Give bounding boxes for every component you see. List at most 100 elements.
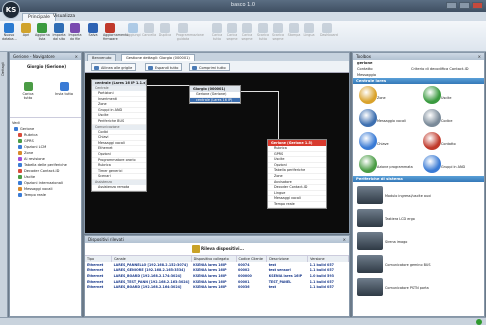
toolbox-item-messaggio[interactable]: Messaggio (353, 72, 484, 78)
tree-item[interactable]: Tempo reale (12, 192, 79, 198)
central-node[interactable]: centrale (Lares 16 IP 1.1.x) Centrale Par… (91, 79, 147, 192)
table-cell: 1.1 build 057 (309, 285, 334, 290)
close-icon[interactable]: × (478, 53, 481, 60)
table-cell: KSENIA lares 16IP (268, 273, 303, 278)
ribbon-button-open[interactable]: Apri (19, 23, 33, 37)
detect-devices-button[interactable]: Rileva dispositivi... (201, 246, 244, 251)
toolbox-card[interactable]: Gruppi in AND (419, 153, 481, 175)
ribbon-button-import-file[interactable]: Importa da file (68, 23, 82, 41)
node-row[interactable]: Tempo reale (268, 202, 326, 208)
collapse-all-button[interactable]: Comprimi tutto (189, 63, 230, 71)
toolbox-module-label: Comunicatore gemino BUS (385, 263, 431, 267)
ribbon-button-upload[interactable]: Carica seqme (225, 23, 239, 41)
align-grid-button[interactable]: Allinea alle griglie (91, 63, 137, 71)
toolbox-card[interactable]: Uscite (419, 84, 481, 106)
table-cell: LARES_GENIORE [192.168.2.165:3534] (113, 268, 185, 273)
ribbon-button-language[interactable]: Lingua (302, 23, 316, 37)
language-icon (304, 23, 314, 33)
document-tabs: Benvenuto Gestione dettagli: Giorgio (00… (85, 53, 349, 61)
toolbox-card[interactable]: Messaggio vocali (355, 107, 417, 129)
download-icon (273, 23, 283, 33)
toolbox-card-icon (423, 109, 441, 127)
add-icon (128, 23, 138, 33)
minimize-button[interactable] (446, 2, 457, 9)
detect-icon (192, 245, 200, 253)
ribbon-button-wizard[interactable]: Programmazione guidata (176, 23, 204, 41)
tree-item-icon (18, 193, 22, 197)
toolbox-card[interactable]: Azione programmata (355, 153, 417, 175)
table-cell: 00036 (238, 285, 250, 290)
tab-benvenuto[interactable]: Benvenuto (87, 54, 117, 61)
toolbox-card-icon (359, 109, 377, 127)
table-cell: KSENIA lares 16IP (193, 285, 227, 290)
tab-gestione[interactable]: Gestione dettagli: Giorgio (000001) (121, 54, 195, 61)
table-cell: LARES_TEST_PANN [192.168.2.163:3024] (113, 279, 190, 284)
project-title: Giorgio (Gerione) (26, 64, 67, 69)
toolbox-module[interactable]: Comunicatore gemino BUS (355, 253, 483, 275)
ribbon-button-label: Apri (22, 33, 30, 37)
tree-item-label: Decoder Contact-ID (24, 169, 60, 173)
send-all-button[interactable]: Invia tutto (54, 82, 74, 96)
ribbon-button-label: Cancella (142, 33, 157, 37)
ribbon-button-new[interactable]: Nuovo databa... (2, 23, 17, 41)
load-all-label: Carica tutto (22, 92, 34, 100)
tree-item-icon (18, 133, 22, 137)
connector-line (238, 91, 278, 92)
ribbon-button-duplicate[interactable]: Duplica (158, 23, 172, 37)
toolbox-item-label: Contatto (357, 67, 373, 71)
load-all-button[interactable]: Carica tutto (18, 82, 38, 100)
toolbox-module[interactable]: Modulo ingressi/uscite auxi (355, 184, 483, 206)
ribbon-button-download[interactable]: Scarica seqme (271, 23, 285, 41)
left-panel-label: Dettagli (1, 62, 5, 76)
connection-status-icon (476, 319, 482, 325)
ribbon-button-upload[interactable]: Carica seqme (240, 23, 254, 41)
toolbox-card-icon (359, 132, 377, 150)
left-collapsed-panel[interactable]: Dettagli (0, 52, 8, 317)
table-cell: test (268, 285, 277, 290)
ribbon-button-refresh[interactable]: Aggiorna lista (35, 23, 50, 41)
ribbon-button-save[interactable]: Salva (86, 23, 100, 37)
ribbon-button-download-all[interactable]: Scarica tutto (256, 23, 270, 41)
ribbon-button-add[interactable]: Aggiungi (126, 23, 141, 37)
window-controls (446, 2, 483, 9)
toolbox-module[interactable]: Tastiera LCD ergo (355, 207, 483, 229)
toolbox-card-label: Chiave (377, 142, 389, 146)
upload-icon (227, 23, 237, 33)
toolbox-card[interactable]: Contatto (419, 130, 481, 152)
ribbon-button-dashboard[interactable]: Dashboard (320, 23, 338, 37)
ribbon-button-delete[interactable]: Cancella (142, 23, 156, 37)
close-icon[interactable]: × (343, 236, 346, 243)
ribbon-button-firmware[interactable]: Aggiornamento firmware (103, 23, 128, 41)
toolbox-module-label: Sirena imago (385, 240, 408, 244)
project-node[interactable]: Giorgio (000001) Gerione (Gerione) centra… (189, 85, 241, 105)
toolbox-card-label: Messaggio vocali (377, 119, 406, 123)
toolbox-card[interactable]: Zone (355, 84, 417, 106)
table-row[interactable]: Ethernet LARES_BOARD [192.168.2.164:3024]… (85, 284, 349, 290)
close-icon[interactable]: × (75, 53, 78, 60)
toolbox-module[interactable]: Sirena imago (355, 230, 483, 252)
ribbon-button-sublabel: databa... (2, 37, 17, 41)
ribbon-button-upload-all[interactable]: Carica tutto (210, 23, 224, 41)
tree-item-label: Tempo reale (24, 193, 46, 197)
toolbox-card[interactable]: Chiave (355, 130, 417, 152)
ribbon: Nuovo databa... Apri Aggiorna lista Importa da… (0, 21, 486, 52)
node-row[interactable]: Assistenza remota (92, 185, 146, 191)
expand-all-button[interactable]: Espandi tutto (145, 63, 183, 71)
diagram-canvas[interactable]: centrale (Lares 16 IP 1.1.x) Centrale Par… (85, 73, 349, 233)
tree-item-icon (18, 145, 22, 149)
app-logo[interactable]: KS (2, 1, 20, 19)
tab-visualizza[interactable]: Visualizza (48, 13, 80, 21)
tree-item-icon (18, 139, 22, 143)
ribbon-button-import-site[interactable]: Importa dal sito (52, 23, 66, 41)
toolbox-card[interactable]: Codice (419, 107, 481, 129)
gerione-node[interactable]: Gerione (Gerione 1.5) Rubrica GPRS Uscite O… (267, 139, 327, 209)
close-button[interactable] (472, 2, 483, 9)
tree-item-icon (18, 187, 22, 191)
module-device-icon (357, 186, 383, 204)
toolbox-module[interactable]: Comunicatore PSTN porta (355, 276, 483, 298)
ribbon-button-print[interactable]: Stampa (287, 23, 301, 37)
workspace-toolbar: Allinea alle griglie Espandi tutto Compr… (85, 61, 349, 73)
download-all-icon (258, 23, 268, 33)
node-row[interactable]: centrale (Lares 16 IP) (190, 97, 240, 104)
maximize-button[interactable] (459, 2, 470, 9)
